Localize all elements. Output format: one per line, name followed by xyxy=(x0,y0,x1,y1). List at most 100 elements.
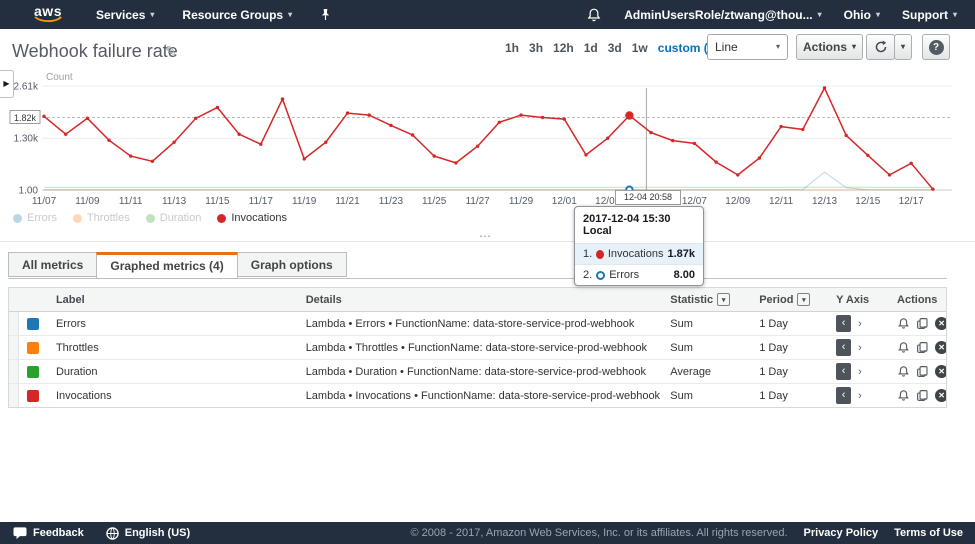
tooltip-rows: 1.Invocations1.87k2.Errors8.00 xyxy=(575,243,703,285)
support-menu[interactable]: Support ▾ xyxy=(902,8,957,22)
metric-details-cell: Lambda • Errors • FunctionName: data-sto… xyxy=(299,312,664,335)
refresh-options-button[interactable]: ▾ xyxy=(894,34,912,60)
aws-logo[interactable]: aws xyxy=(34,6,62,23)
filter-dropdown-icon[interactable]: ▾ xyxy=(717,293,730,306)
range-1w[interactable]: 1w xyxy=(632,41,648,55)
metric-statistic-cell[interactable]: Sum xyxy=(663,312,753,335)
y-axis-right-button[interactable]: › xyxy=(858,318,862,330)
row-color-cell xyxy=(19,384,53,407)
duplicate-metric-icon[interactable] xyxy=(916,317,929,330)
y-axis-left-button[interactable]: ‹ xyxy=(836,363,851,380)
language-selector[interactable]: English (US) xyxy=(106,527,190,540)
legend-item-duration[interactable]: Duration xyxy=(146,212,202,224)
metric-label-cell[interactable]: Invocations xyxy=(53,384,299,407)
actions-button-label: Actions xyxy=(803,40,847,54)
duplicate-metric-icon[interactable] xyxy=(916,341,929,354)
feedback-button[interactable]: Feedback xyxy=(13,527,84,540)
range-12h[interactable]: 12h xyxy=(553,41,574,55)
y-axis-left-button[interactable]: ‹ xyxy=(836,387,851,404)
tab-all-metrics[interactable]: All metrics xyxy=(8,252,97,277)
account-menu[interactable]: AdminUsersRole/ztwang@thou... ▾ xyxy=(624,8,821,22)
row-gutter xyxy=(9,336,19,359)
create-alarm-icon[interactable] xyxy=(897,389,910,402)
actions-button[interactable]: Actions ▾ xyxy=(796,34,863,60)
metric-statistic-cell[interactable]: Sum xyxy=(663,384,753,407)
create-alarm-icon[interactable] xyxy=(897,317,910,330)
range-3d[interactable]: 3d xyxy=(608,41,622,55)
bell-icon xyxy=(586,7,602,23)
pushpin-icon xyxy=(320,8,331,21)
range-1d[interactable]: 1d xyxy=(584,41,598,55)
help-button[interactable]: ? xyxy=(922,34,950,60)
tooltip-series-value: 8.00 xyxy=(674,269,695,281)
resize-handle-icon[interactable]: ⋯ xyxy=(479,231,492,241)
metric-label-cell[interactable]: Throttles xyxy=(53,336,299,359)
nav-resource-groups-menu[interactable]: Resource Groups ▾ xyxy=(182,8,292,22)
row-gutter xyxy=(9,384,19,407)
tooltip-row-errors: 2.Errors8.00 xyxy=(575,264,703,285)
terms-of-use-link[interactable]: Terms of Use xyxy=(894,527,963,539)
y-axis-left-button[interactable]: ‹ xyxy=(836,315,851,332)
remove-metric-icon[interactable]: ✕ xyxy=(935,317,946,330)
legend-dot-icon xyxy=(217,214,226,223)
range-1h[interactable]: 1h xyxy=(505,41,519,55)
chevron-down-icon: ▾ xyxy=(876,11,880,19)
metric-label-cell[interactable]: Errors xyxy=(53,312,299,335)
metric-label-cell[interactable]: Duration xyxy=(53,360,299,383)
metric-y-axis-cell: ‹› xyxy=(833,312,890,335)
metric-color-swatch[interactable] xyxy=(27,342,39,354)
metric-color-swatch[interactable] xyxy=(27,390,39,402)
svg-text:2.61k: 2.61k xyxy=(14,82,39,93)
nav-services-menu[interactable]: Services ▾ xyxy=(96,8,154,22)
metric-color-swatch[interactable] xyxy=(27,366,39,378)
legend-item-throttles[interactable]: Throttles xyxy=(73,212,130,224)
metric-period-cell[interactable]: 1 Day xyxy=(753,360,833,383)
y-axis-right-button[interactable]: › xyxy=(858,366,862,378)
duplicate-metric-icon[interactable] xyxy=(916,365,929,378)
aws-smile-icon xyxy=(34,16,62,23)
create-alarm-icon[interactable] xyxy=(897,341,910,354)
metric-period-cell[interactable]: 1 Day xyxy=(753,312,833,335)
tab-graph-options[interactable]: Graph options xyxy=(237,252,347,277)
column-header-actions-text: Actions xyxy=(897,294,937,306)
metric-period-cell[interactable]: 1 Day xyxy=(753,384,833,407)
tooltip-timestamp: 2017-12-04 15:30 Local xyxy=(575,207,703,243)
legend-dot-icon xyxy=(73,214,82,223)
expand-panel-tab[interactable]: ▶ xyxy=(0,70,14,98)
tab-graphed-metrics-4-[interactable]: Graphed metrics (4) xyxy=(96,252,237,279)
filter-dropdown-icon[interactable]: ▾ xyxy=(797,293,810,306)
legend-label: Invocations xyxy=(231,212,287,224)
remove-metric-icon[interactable]: ✕ xyxy=(935,365,946,378)
metric-actions-cell: ✕ xyxy=(890,384,946,407)
tooltip-row-invocations: 1.Invocations1.87k xyxy=(575,243,703,264)
column-header-period-text: Period xyxy=(759,294,793,306)
legend-item-errors[interactable]: Errors xyxy=(13,212,57,224)
metric-color-swatch[interactable] xyxy=(27,318,39,330)
y-axis-right-button[interactable]: › xyxy=(858,342,862,354)
metrics-chart[interactable]: Count2.61k1.82k1.30k1.0011/0711/0911/111… xyxy=(0,64,975,210)
region-label: Ohio xyxy=(844,8,871,22)
create-alarm-icon[interactable] xyxy=(897,365,910,378)
privacy-policy-link[interactable]: Privacy Policy xyxy=(804,527,879,539)
y-axis-right-button[interactable]: › xyxy=(858,390,862,402)
chart-legend: Errors Throttles Duration Invocations xyxy=(13,212,287,224)
range-3h[interactable]: 3h xyxy=(529,41,543,55)
column-header-details: Details xyxy=(299,288,664,311)
svg-text:11/27: 11/27 xyxy=(465,196,490,207)
remove-metric-icon[interactable]: ✕ xyxy=(935,389,946,402)
pin-shortcut-button[interactable] xyxy=(320,8,331,21)
notifications-button[interactable] xyxy=(586,7,602,23)
remove-metric-icon[interactable]: ✕ xyxy=(935,341,946,354)
region-menu[interactable]: Ohio ▾ xyxy=(844,8,880,22)
refresh-button[interactable] xyxy=(866,34,895,60)
chart-type-select[interactable]: Line ▾ xyxy=(707,34,788,60)
metric-period-cell[interactable]: 1 Day xyxy=(753,336,833,359)
duplicate-metric-icon[interactable] xyxy=(916,389,929,402)
svg-text:11/23: 11/23 xyxy=(379,196,404,207)
legend-item-invocations[interactable]: Invocations xyxy=(217,212,287,224)
edit-title-icon[interactable]: ✎ xyxy=(165,43,177,60)
metric-details-cell: Lambda • Duration • FunctionName: data-s… xyxy=(299,360,664,383)
metric-statistic-cell[interactable]: Average xyxy=(663,360,753,383)
metric-statistic-cell[interactable]: Sum xyxy=(663,336,753,359)
y-axis-left-button[interactable]: ‹ xyxy=(836,339,851,356)
